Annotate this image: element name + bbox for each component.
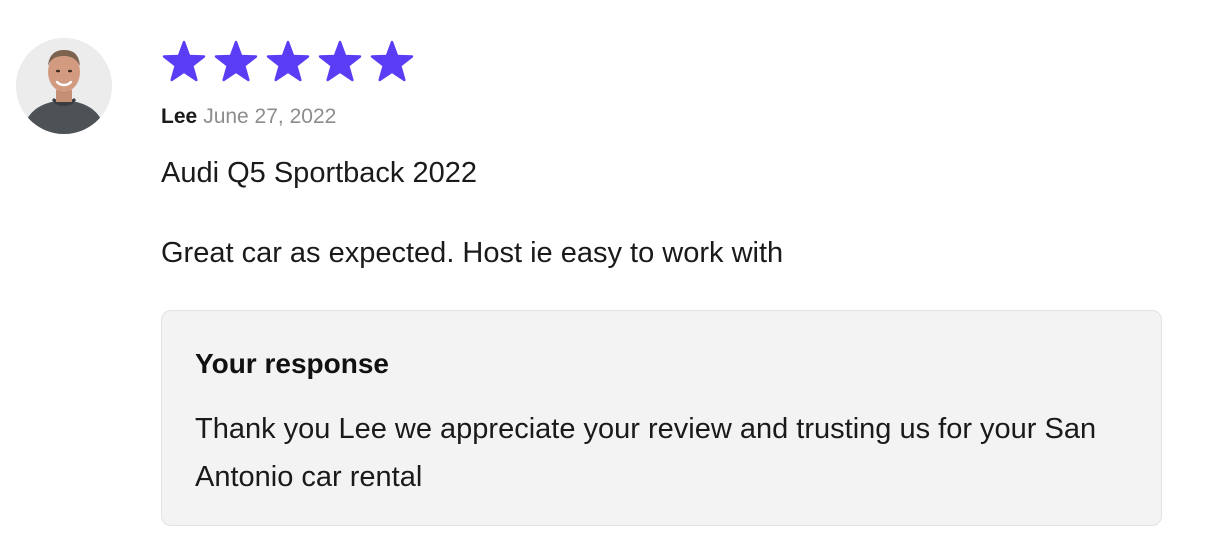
- star-icon: [162, 40, 206, 84]
- star-rating: [162, 40, 414, 84]
- reviewer-avatar[interactable]: [16, 38, 112, 134]
- reviewer-name[interactable]: Lee: [161, 105, 197, 128]
- review-text: Great car as expected. Host ie easy to w…: [161, 237, 784, 269]
- vehicle-name[interactable]: Audi Q5 Sportback 2022: [161, 155, 477, 191]
- review-meta: Lee June 27, 2022: [161, 104, 336, 130]
- review-card: Lee June 27, 2022 Audi Q5 Sportback 2022 …: [0, 0, 1208, 554]
- avatar-photo-icon: [16, 38, 112, 134]
- star-icon: [370, 40, 414, 84]
- response-heading: Your response: [195, 348, 389, 379]
- star-icon: [266, 40, 310, 84]
- star-icon: [318, 40, 362, 84]
- star-icon: [214, 40, 258, 84]
- review-date: June 27, 2022: [203, 105, 337, 128]
- host-response: Your response Thank you Lee we appreciat…: [161, 310, 1162, 526]
- response-text: Thank you Lee we appreciate your review …: [195, 413, 1097, 493]
